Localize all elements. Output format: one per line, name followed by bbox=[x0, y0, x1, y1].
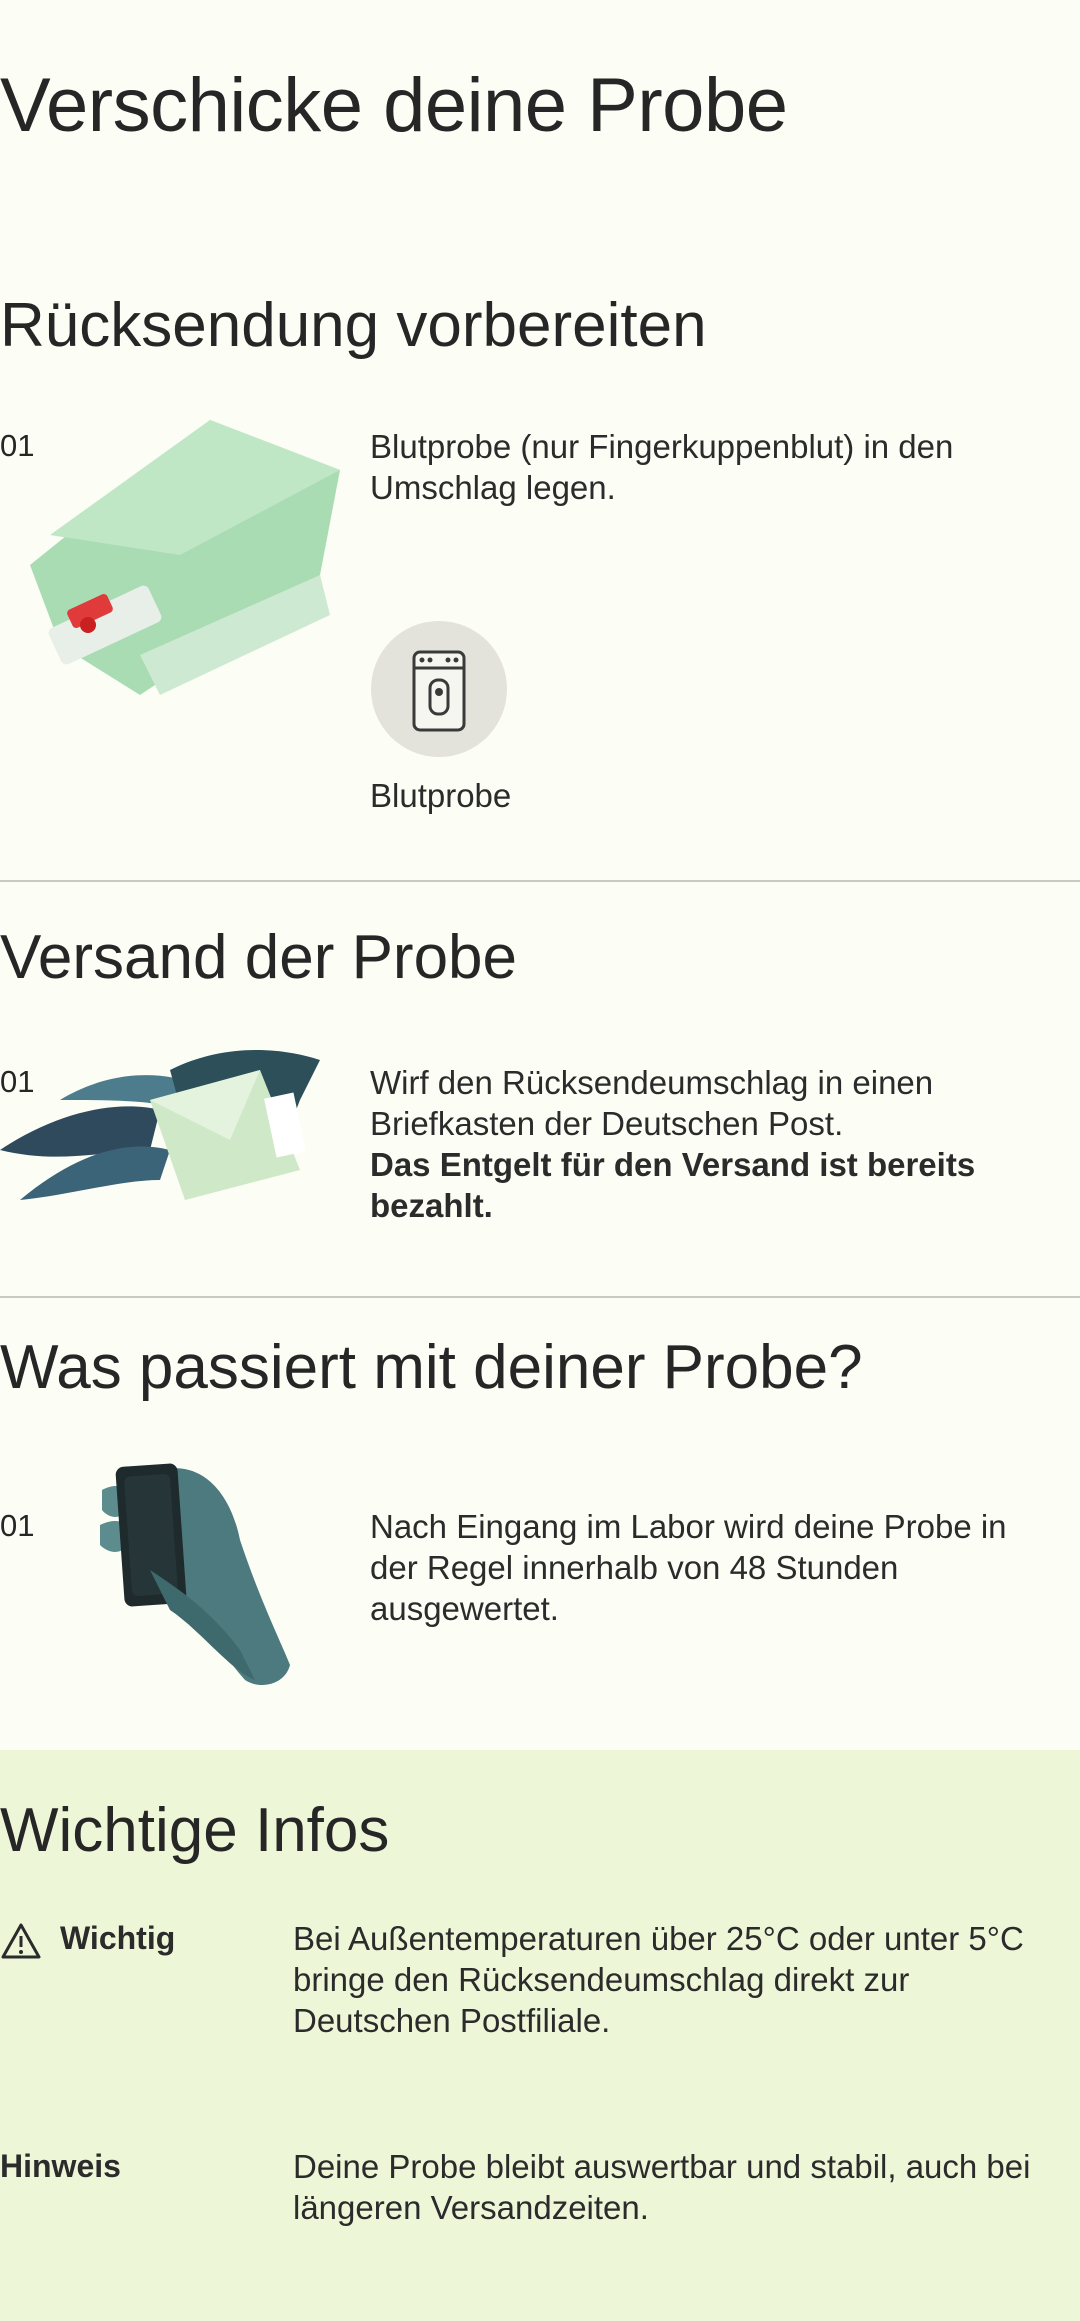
warning-icon bbox=[1, 1923, 41, 1959]
blood-sample-icon bbox=[371, 621, 507, 757]
shipping-instruction: Wirf den Rücksendeumschlag in einen Brie… bbox=[370, 1064, 934, 1142]
postage-paid-note: Das Entgelt für den Versand ist bereits … bbox=[370, 1146, 976, 1224]
hand-holding-sample-illustration bbox=[100, 1463, 290, 1685]
divider bbox=[0, 1296, 1080, 1298]
section-title-shipping: Versand der Probe bbox=[0, 923, 518, 992]
step-text: Nach Eingang im Labor wird deine Probe i… bbox=[370, 1508, 1007, 1627]
section-title-what-happens: Was passiert mit deiner Probe? bbox=[0, 1333, 863, 1402]
flying-envelope-illustration bbox=[0, 1050, 320, 1200]
info-label-note: Hinweis bbox=[0, 2148, 121, 2184]
step-text: Blutprobe (nur Fingerkuppenblut) in den … bbox=[370, 428, 954, 506]
info-label-important: Wichtig bbox=[0, 1920, 175, 1960]
envelope-illustration bbox=[30, 420, 340, 695]
info-text-note: Deine Probe bleibt auswertbar und stabil… bbox=[293, 2148, 1031, 2226]
info-text-important: Bei Außentemperaturen über 25°C oder unt… bbox=[293, 1920, 1024, 2039]
section-title-return-prep: Rücksendung vorbereiten bbox=[0, 291, 707, 360]
info-title: Wichtige Infos bbox=[0, 1796, 390, 1865]
step-text: Wirf den Rücksendeumschlag in einen Brie… bbox=[370, 1062, 1030, 1226]
page-title: Verschicke deine Probe bbox=[0, 63, 788, 148]
blood-sample-label: Blutprobe bbox=[370, 777, 512, 814]
divider bbox=[0, 880, 1080, 882]
info-label-text: Wichtig bbox=[60, 1920, 176, 1956]
step-number: 01 bbox=[0, 1508, 35, 1543]
